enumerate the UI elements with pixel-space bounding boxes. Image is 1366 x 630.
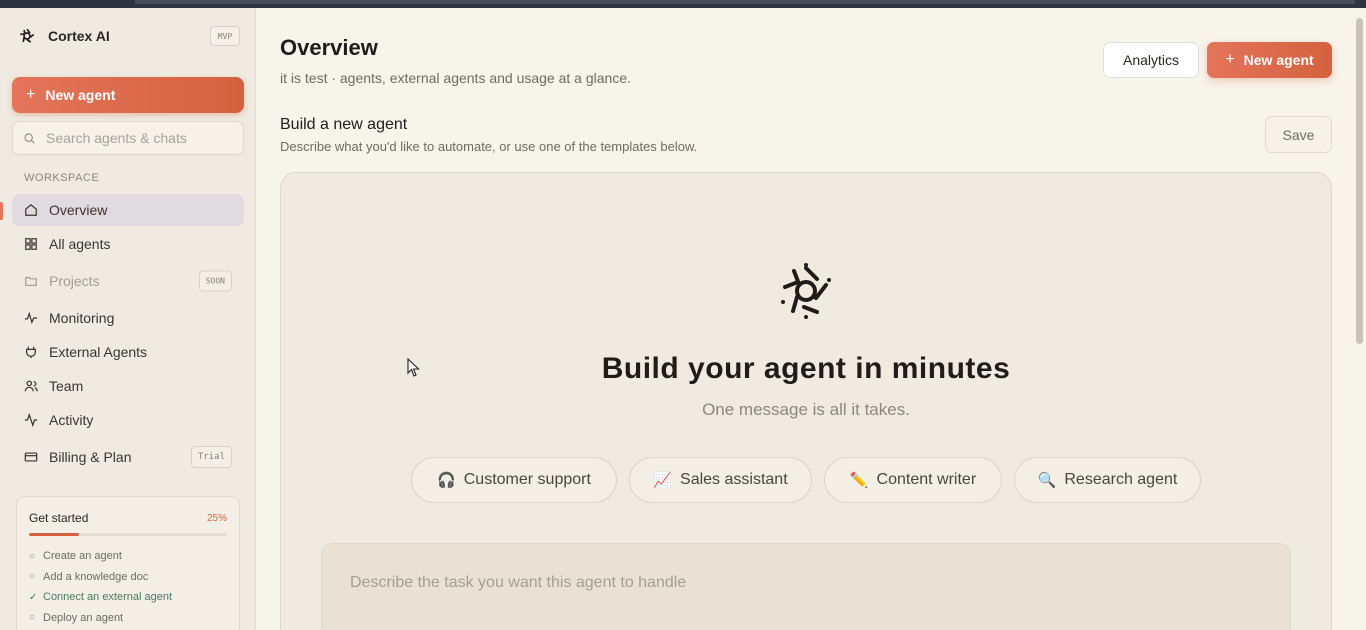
plus-icon: + [1225,51,1235,68]
trial-badge: Trial [190,446,232,468]
grid-icon [25,238,37,250]
brand-name: Cortex AI [48,28,110,44]
window-top-bar-inner [135,0,1355,4]
template-chip-sales-assistant[interactable]: 📈 Sales assistant [629,457,812,503]
sidebar-item-external-agents[interactable]: External Agents [12,336,244,368]
plus-icon: + [26,86,36,103]
sidebar-item-all-agents[interactable]: All agents [12,228,244,260]
list-item-label: Deploy an agent [43,611,124,624]
soon-badge: SOON [198,270,232,292]
task-input-box[interactable] [321,543,1291,630]
check-icon: ✓ [29,591,38,603]
sidebar-new-agent-label: New agent [45,87,116,103]
header-new-agent-button[interactable]: + New agent [1207,42,1332,78]
sidebar-item-team[interactable]: Team [12,370,244,402]
template-chip-customer-support[interactable]: 🎧 Customer support [411,457,617,503]
task-input[interactable] [350,574,1250,630]
list-item[interactable]: ○ Deploy an agent [29,608,227,629]
hero-subtitle: One message is all it takes. [702,400,910,419]
sidebar-item-projects[interactable]: Projects SOON [12,265,244,297]
list-item-label: Connect an external agent [43,591,173,604]
chart-icon: 📈 [653,472,673,489]
circle-icon: ○ [29,550,36,562]
mvp-badge: MVP [210,26,240,46]
window-top-bar [0,0,1366,8]
brand[interactable]: Cortex AI [18,27,110,45]
get-started-progress-fill [29,533,79,536]
list-item[interactable]: ○ Create an agent [29,546,227,567]
sidebar-item-label: All agents [49,236,111,252]
template-chip-label: Customer support [463,471,591,488]
cortex-logo-icon [20,28,35,43]
search-icon [24,132,35,144]
cortex-logo-icon [781,263,831,319]
get-started-card: Get started 25% ○ Create an agent ○ Add a … [16,496,240,630]
header-new-agent-label: New agent [1243,52,1314,68]
circle-icon: ○ [29,612,36,624]
card-icon [24,452,38,462]
sidebar-item-activity[interactable]: Activity [12,404,244,436]
mouse-cursor-icon [407,358,420,377]
sidebar: Cortex AI MVP + New agent WORKSPACE Over… [0,8,256,630]
sidebar-item-label: Monitoring [49,310,115,326]
active-nav-marker [0,202,3,220]
page-title: Overview [280,35,378,60]
sidebar-item-label: Billing & Plan [49,449,132,465]
pencil-icon: ✏️ [849,472,869,489]
list-item-label: Create an agent [43,550,122,563]
sidebar-item-label: External Agents [49,344,148,360]
list-item[interactable]: ○ Add a knowledge doc [29,567,227,588]
sidebar-item-label: Overview [49,202,108,218]
template-chip-label: Sales assistant [680,471,788,488]
list-item[interactable]: ✓ Connect an external agent [29,587,227,608]
get-started-list: ○ Create an agent ○ Add a knowledge doc ✓ C… [29,546,227,628]
magnifier-icon: 🔍 [1037,472,1057,489]
get-started-percent: 25% [206,512,227,524]
build-section-subtitle: Describe what you'd like to automate, or… [280,139,698,154]
sidebar-new-agent-button[interactable]: + New agent [12,77,244,113]
save-button[interactable]: Save [1265,116,1332,153]
template-chip-content-writer[interactable]: ✏️ Content writer [824,457,1002,503]
list-item-label: Add a knowledge doc [43,570,149,583]
search-input[interactable] [46,130,236,146]
page-scrollbar[interactable] [1356,18,1363,344]
template-chip-label: Research agent [1064,471,1178,488]
users-icon [24,380,38,392]
sidebar-item-overview[interactable]: Overview [12,194,244,226]
headphones-icon: 🎧 [437,472,456,489]
pulse-icon [24,311,38,325]
workspace-section-label: WORKSPACE [24,172,100,184]
sidebar-item-label: Team [49,378,84,394]
circle-icon: ○ [29,571,36,583]
page-subtitle: it is test · agents, external agents and… [280,70,631,86]
sidebar-item-billing[interactable]: Billing & Plan Trial [12,441,244,473]
sidebar-item-monitoring[interactable]: Monitoring [12,302,244,334]
build-section-title: Build a new agent [280,116,408,133]
get-started-progress-track [29,533,227,536]
folder-icon [25,276,37,286]
activity-icon [24,413,38,427]
search-box[interactable] [12,121,244,155]
sidebar-item-label: Activity [49,412,94,428]
template-chip-research-agent[interactable]: 🔍 Research agent [1014,457,1201,503]
home-icon [25,203,37,216]
plug-icon [26,346,36,359]
hero-title: Build your agent in minutes [601,352,1011,385]
sidebar-item-label: Projects [49,273,100,289]
get-started-title: Get started [29,511,89,525]
template-chip-label: Content writer [876,471,977,488]
analytics-button[interactable]: Analytics [1103,42,1199,78]
